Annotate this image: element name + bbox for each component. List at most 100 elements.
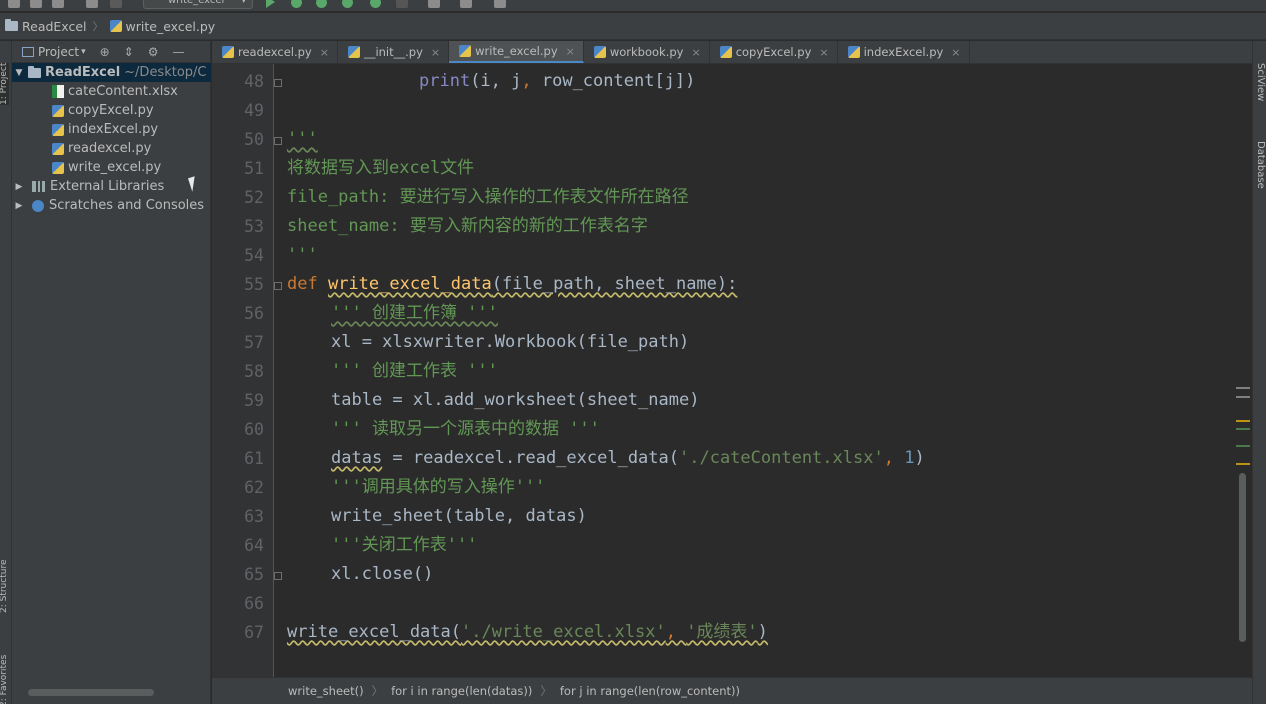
profile-icon[interactable] bbox=[342, 0, 353, 8]
code-editor[interactable]: 48 49 50 51 52 53 54 55 56 57 58 59 60 6… bbox=[212, 64, 1252, 677]
close-icon[interactable]: × bbox=[431, 46, 440, 59]
marker[interactable] bbox=[1236, 387, 1250, 389]
expand-arrow-icon[interactable]: ▶ bbox=[12, 201, 26, 211]
library-icon bbox=[32, 181, 45, 192]
tab-indexexcel[interactable]: indexExcel.py × bbox=[838, 41, 970, 63]
line-number: 66 bbox=[244, 594, 264, 613]
fold-marker-icon[interactable] bbox=[274, 79, 282, 87]
breadcrumb-item[interactable]: for j in range(len(row_content)) bbox=[560, 684, 740, 698]
breadcrumb-project[interactable]: ReadExcel bbox=[0, 19, 87, 34]
expand-arrow-icon[interactable]: ▼ bbox=[12, 68, 26, 78]
line-number: 49 bbox=[244, 101, 264, 120]
stop-icon[interactable] bbox=[396, 0, 408, 8]
close-icon[interactable]: × bbox=[320, 46, 329, 59]
tab-write-excel[interactable]: write_excel.py × bbox=[449, 41, 584, 63]
favorites-tool-window-button[interactable]: 2: Favorites bbox=[0, 655, 9, 704]
breadcrumb-item[interactable]: write_sheet() bbox=[288, 684, 364, 698]
breadcrumb-item[interactable]: for i in range(len(datas)) bbox=[391, 684, 532, 698]
line-number: 50 bbox=[244, 130, 264, 149]
marker[interactable] bbox=[1236, 445, 1250, 447]
forward-icon[interactable] bbox=[110, 0, 122, 8]
warning-marker[interactable] bbox=[1236, 463, 1250, 465]
left-tool-strip: 1: Project 2: Structure 2: Favorites bbox=[0, 41, 12, 704]
close-icon[interactable]: × bbox=[819, 46, 828, 59]
tab-init[interactable]: __init__.py × bbox=[338, 41, 450, 63]
vcs-icon[interactable] bbox=[494, 0, 506, 8]
tree-item-scratches[interactable]: ▶ Scratches and Consoles bbox=[12, 196, 211, 215]
folder-icon bbox=[28, 65, 41, 78]
python-file-icon bbox=[847, 46, 860, 58]
code-line-50: ''' bbox=[287, 129, 318, 149]
scratches-icon bbox=[32, 199, 44, 212]
line-number: 61 bbox=[244, 449, 264, 468]
line-number: 57 bbox=[244, 333, 264, 352]
tree-item-file[interactable]: indexExcel.py bbox=[12, 120, 211, 139]
excel-file-icon bbox=[52, 85, 64, 98]
fold-marker-icon[interactable] bbox=[274, 282, 282, 290]
project-tree: ▼ ReadExcel ~/Desktop/C cateContent.xlsx… bbox=[12, 63, 211, 215]
gear-icon[interactable]: ⚙ bbox=[148, 45, 159, 59]
chevron-down-icon: ▾ bbox=[241, 0, 246, 6]
line-number: 67 bbox=[244, 623, 264, 642]
marker[interactable] bbox=[1236, 396, 1250, 398]
sciview-tool-window-button[interactable]: SciView bbox=[1255, 63, 1266, 101]
warning-marker[interactable] bbox=[1236, 420, 1250, 422]
hide-icon[interactable]: — bbox=[172, 45, 184, 59]
code-breadcrumb: write_sheet() 〉 for i in range(len(datas… bbox=[212, 677, 1252, 704]
code-line-64: '''关闭工作表''' bbox=[331, 535, 478, 555]
save-icon[interactable] bbox=[30, 0, 42, 8]
vertical-scrollbar[interactable] bbox=[1239, 473, 1246, 642]
python-file-icon bbox=[52, 142, 64, 155]
code-line-63: write_sheet(table, datas) bbox=[331, 506, 587, 526]
run-configuration-select[interactable]: write_excel ▾ bbox=[143, 0, 253, 9]
structure-tool-window-button[interactable]: 2: Structure bbox=[0, 560, 9, 614]
coverage-icon[interactable] bbox=[316, 0, 327, 8]
horizontal-scrollbar[interactable] bbox=[28, 689, 154, 696]
tree-item-external-libraries[interactable]: ▶ External Libraries bbox=[12, 177, 211, 196]
breadcrumb-file[interactable]: write_excel.py bbox=[109, 19, 215, 34]
tab-readexcel[interactable]: readexcel.py × bbox=[212, 41, 338, 63]
debug-icon[interactable] bbox=[291, 0, 302, 8]
tree-item-root[interactable]: ▼ ReadExcel ~/Desktop/C bbox=[12, 63, 211, 82]
line-number: 59 bbox=[244, 391, 264, 410]
open-icon[interactable] bbox=[8, 0, 20, 8]
collapse-icon[interactable]: ⇕ bbox=[124, 45, 134, 59]
code-line-65: xl.close() bbox=[331, 564, 434, 584]
project-view-icon bbox=[22, 46, 34, 57]
main-toolbar: write_excel ▾ bbox=[0, 0, 1266, 12]
line-number: 58 bbox=[244, 362, 264, 381]
back-icon[interactable] bbox=[86, 0, 98, 8]
close-icon[interactable]: × bbox=[951, 46, 960, 59]
concurrency-icon[interactable] bbox=[370, 0, 381, 8]
search-icon[interactable] bbox=[460, 0, 472, 8]
tab-workbook[interactable]: workbook.py × bbox=[584, 41, 710, 63]
project-tool-window-button[interactable]: 1: Project bbox=[0, 62, 9, 105]
sync-icon[interactable] bbox=[52, 0, 64, 8]
close-icon[interactable]: × bbox=[566, 45, 575, 58]
fold-marker-icon[interactable] bbox=[274, 572, 282, 580]
tab-copyexcel[interactable]: copyExcel.py × bbox=[710, 41, 838, 63]
chevron-right-icon: 〉 bbox=[371, 684, 384, 698]
locate-icon[interactable]: ⊕ bbox=[100, 45, 110, 59]
project-view-select[interactable]: Project bbox=[38, 45, 79, 59]
database-tool-window-button[interactable]: Database bbox=[1255, 141, 1266, 189]
tree-item-file[interactable]: cateContent.xlsx bbox=[12, 82, 211, 101]
close-icon[interactable]: × bbox=[691, 46, 700, 59]
tree-item-file[interactable]: write_excel.py bbox=[12, 158, 211, 177]
folder-icon bbox=[5, 19, 18, 31]
fold-marker-icon[interactable] bbox=[274, 137, 282, 145]
line-number: 65 bbox=[244, 565, 264, 584]
navigation-bar: ReadExcel 〉 write_excel.py bbox=[0, 13, 1266, 40]
run-icon[interactable] bbox=[266, 0, 275, 8]
line-number: 62 bbox=[244, 478, 264, 497]
marker[interactable] bbox=[1236, 428, 1250, 430]
tree-item-file[interactable]: readexcel.py bbox=[12, 139, 211, 158]
wrench-icon[interactable] bbox=[428, 0, 440, 8]
line-number: 51 bbox=[244, 159, 264, 178]
expand-arrow-icon[interactable]: ▶ bbox=[12, 182, 26, 192]
line-number: 56 bbox=[244, 304, 264, 323]
tree-item-file[interactable]: copyExcel.py bbox=[12, 101, 211, 120]
python-file-icon bbox=[52, 161, 64, 174]
code-line-62: '''调用具体的写入操作''' bbox=[331, 477, 546, 497]
code-line-67: write_excel_data('./write_excel.xlsx', '… bbox=[287, 622, 768, 642]
